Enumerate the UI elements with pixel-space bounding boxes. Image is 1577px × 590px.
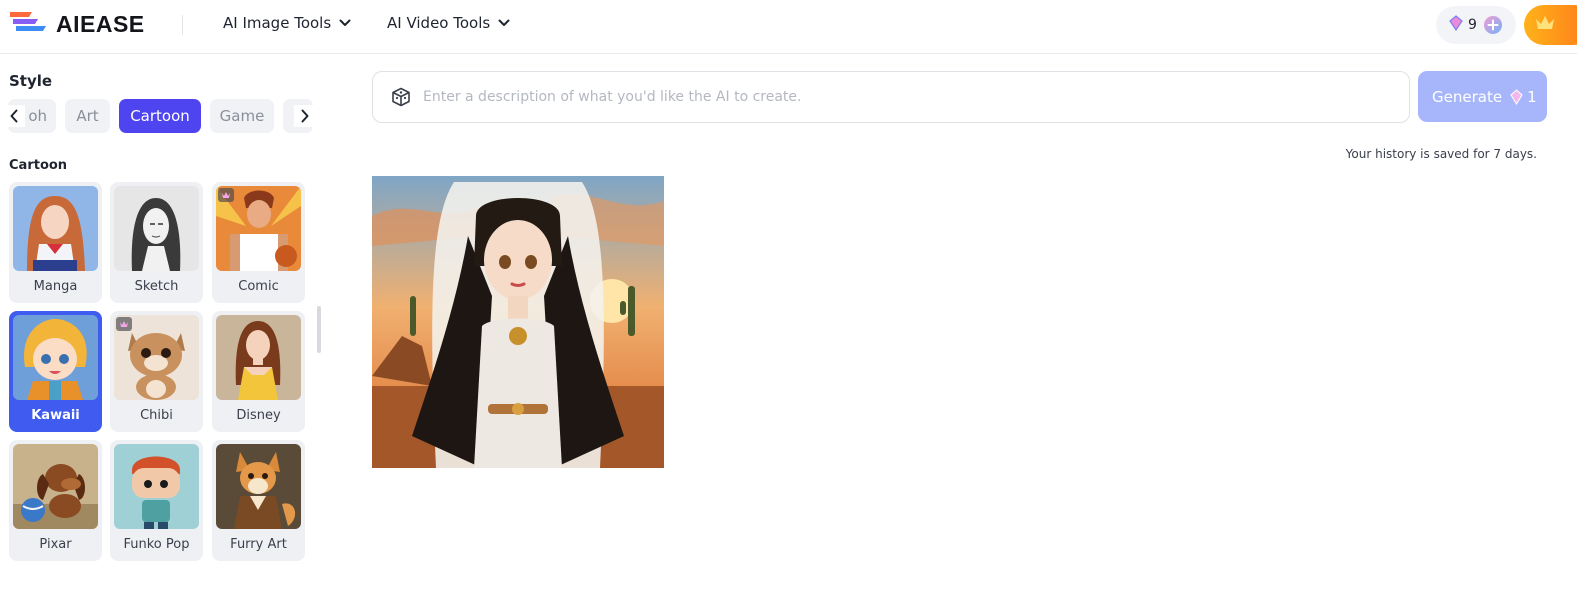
prompt-input[interactable] [423, 89, 1383, 105]
style-card-label: Comic [238, 279, 279, 294]
style-card-label: Kawaii [31, 408, 80, 423]
disney-thumbnail [216, 315, 301, 400]
logo-icon [8, 9, 48, 39]
style-card-label: Funko Pop [123, 537, 190, 552]
generate-label: Generate [1432, 87, 1503, 106]
style-card-comic[interactable]: Comic [212, 182, 305, 303]
style-card-sketch[interactable]: Sketch [110, 182, 203, 303]
brand-name: AIEASE [56, 10, 145, 37]
style-tabs: oh Art Cartoon Game [0, 99, 320, 134]
funko-pop-thumbnail [114, 444, 199, 529]
tab-game[interactable]: Game [210, 99, 274, 133]
style-card-label: Disney [236, 408, 281, 423]
cube-icon [391, 87, 411, 107]
style-section-title: Style [9, 72, 53, 90]
history-note: Your history is saved for 7 days. [1345, 147, 1537, 161]
sidebar-scrollbar[interactable] [317, 306, 321, 353]
tab-label: Cartoon [130, 107, 190, 125]
pixar-thumbnail [13, 444, 98, 529]
furry-art-thumbnail [216, 444, 301, 529]
style-card-funko-pop[interactable]: Funko Pop [110, 440, 203, 561]
style-card-label: Chibi [140, 408, 173, 423]
style-card-kawaii[interactable]: Kawaii [9, 311, 102, 432]
chevron-right-icon [301, 109, 309, 123]
kawaii-thumbnail [13, 315, 98, 400]
tab-art[interactable]: Art [65, 99, 110, 133]
chevron-left-icon [10, 109, 18, 123]
logo[interactable]: AIEASE [8, 9, 145, 39]
style-card-disney[interactable]: Disney [212, 311, 305, 432]
style-card-label: Furry Art [230, 537, 287, 552]
premium-crown-icon [218, 188, 234, 202]
premium-crown-icon [116, 317, 132, 331]
crown-icon [1534, 14, 1556, 36]
nav-label: AI Video Tools [387, 14, 491, 32]
style-card-pixar[interactable]: Pixar [9, 440, 102, 561]
generate-cost: 1 [1510, 88, 1537, 106]
tab-label: Game [219, 107, 265, 125]
style-card-chibi[interactable]: Chibi [110, 311, 203, 432]
gem-icon [1449, 15, 1463, 35]
tab-label: oh [28, 107, 47, 125]
chevron-down-icon [339, 19, 351, 27]
manga-thumbnail [13, 186, 98, 271]
chevron-down-icon [498, 19, 510, 27]
generated-image[interactable] [372, 176, 664, 468]
style-card-furry-art[interactable]: Furry Art [212, 440, 305, 561]
sketch-thumbnail [114, 186, 199, 271]
top-header: AIEASE AI Image Tools AI Video Tools 9 [0, 0, 1577, 54]
style-card-manga[interactable]: Manga [9, 182, 102, 303]
gem-icon [1510, 88, 1523, 105]
style-card-label: Pixar [39, 537, 72, 552]
nav-ai-video-tools[interactable]: AI Video Tools [387, 14, 510, 32]
nav-label: AI Image Tools [223, 14, 332, 32]
header-divider [182, 15, 183, 35]
category-title: Cartoon [9, 158, 68, 173]
nav-ai-image-tools[interactable]: AI Image Tools [223, 14, 351, 32]
style-card-label: Sketch [134, 279, 179, 294]
tab-cartoon[interactable]: Cartoon [119, 99, 201, 133]
prompt-box [372, 71, 1410, 123]
style-sidebar: Style oh Art Cartoon Game Cartoon Manga … [0, 55, 330, 590]
tabs-prev-button[interactable] [3, 105, 25, 127]
credits-pill[interactable]: 9 [1436, 6, 1516, 44]
add-credits-icon[interactable] [1483, 15, 1503, 35]
tabs-next-button[interactable] [294, 105, 316, 127]
tab-label: Art [76, 107, 99, 125]
style-card-label: Manga [33, 279, 78, 294]
generate-button[interactable]: Generate 1 [1418, 71, 1547, 122]
upgrade-button[interactable] [1524, 5, 1577, 45]
generate-cost-value: 1 [1527, 87, 1537, 106]
credits-count: 9 [1468, 17, 1477, 33]
